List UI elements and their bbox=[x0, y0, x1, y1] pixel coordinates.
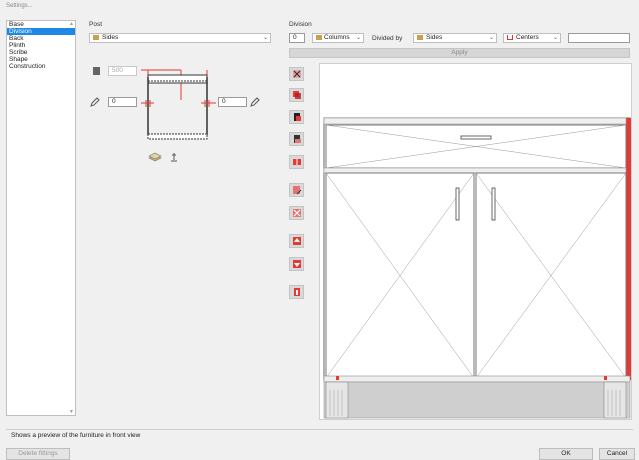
height-icon bbox=[93, 67, 100, 75]
nav-item-shape[interactable]: Shape bbox=[7, 56, 75, 63]
nav-item-scribe[interactable]: Scribe bbox=[7, 49, 75, 56]
remove-part-icon bbox=[292, 209, 301, 217]
post-right-offset-field[interactable]: 0 bbox=[218, 97, 247, 107]
position-select[interactable]: Centers ⌄ bbox=[503, 33, 561, 43]
delete-fittings-button[interactable]: Delete fittings bbox=[6, 448, 70, 460]
copy-button[interactable] bbox=[289, 88, 304, 102]
post-type-select[interactable]: Sides ⌄ bbox=[89, 33, 271, 43]
post-section-label: Post bbox=[89, 21, 103, 28]
division-count-field[interactable]: 0 bbox=[289, 33, 305, 43]
panel-icon bbox=[93, 35, 99, 40]
post-left-offset-field[interactable]: 0 bbox=[108, 97, 137, 107]
move-down-button[interactable] bbox=[289, 257, 304, 271]
copy-icon bbox=[292, 91, 301, 99]
pencil-icon[interactable] bbox=[250, 97, 260, 107]
division-type-value: Columns bbox=[324, 34, 350, 41]
status-bar: Shows a preview of the furniture in fron… bbox=[6, 429, 633, 441]
chevron-down-icon: ⌄ bbox=[488, 35, 494, 41]
chevron-down-icon: ⌄ bbox=[262, 35, 268, 41]
scroll-down-arrow-icon[interactable]: ▼ bbox=[69, 409, 74, 415]
post-height-field[interactable]: 500 bbox=[108, 66, 137, 76]
split-icon bbox=[292, 159, 301, 165]
window-title: Settings... bbox=[6, 3, 33, 9]
divided-by-select[interactable]: Sides ⌄ bbox=[413, 33, 497, 43]
panel-icon bbox=[417, 35, 423, 40]
paste-button[interactable] bbox=[289, 110, 304, 124]
apply-button[interactable]: Apply bbox=[289, 48, 630, 58]
scroll-up-arrow-icon[interactable]: ▲ bbox=[69, 21, 74, 27]
division-extra-field[interactable] bbox=[568, 33, 630, 43]
move-up-button[interactable] bbox=[289, 234, 304, 248]
post-diagram bbox=[141, 69, 216, 140]
divided-by-value: Sides bbox=[426, 34, 443, 41]
nav-item-back[interactable]: Back bbox=[7, 35, 75, 42]
nav-item-construction[interactable]: Construction bbox=[7, 63, 75, 70]
cancel-button[interactable]: Cancel bbox=[599, 448, 635, 460]
centers-icon bbox=[507, 35, 513, 40]
chevron-down-icon: ⌄ bbox=[552, 35, 558, 41]
nav-item-base[interactable]: Base bbox=[7, 21, 75, 28]
chevron-down-icon: ⌄ bbox=[355, 35, 361, 41]
move-down-icon bbox=[292, 260, 301, 268]
info-icon bbox=[293, 288, 300, 296]
pencil-icon[interactable] bbox=[90, 97, 100, 107]
cabinet-front-view bbox=[323, 117, 631, 419]
paste-special-icon bbox=[293, 135, 301, 143]
grain-direction-icon[interactable] bbox=[170, 152, 178, 162]
nav-item-plinth[interactable]: Plinth bbox=[7, 42, 75, 49]
edit-part-icon bbox=[292, 186, 301, 195]
split-button[interactable] bbox=[289, 155, 304, 169]
paste-special-button[interactable] bbox=[289, 132, 304, 146]
nav-item-division[interactable]: Division bbox=[7, 28, 75, 35]
delete-division-button[interactable] bbox=[289, 67, 304, 81]
settings-nav-list[interactable]: Base Division Back Plinth Scribe Shape C… bbox=[6, 20, 76, 416]
division-section-label: Division bbox=[289, 21, 312, 28]
furniture-preview[interactable] bbox=[319, 63, 632, 420]
delete-division-icon bbox=[292, 70, 301, 78]
panel-icon bbox=[316, 35, 322, 40]
ok-button[interactable]: OK bbox=[539, 448, 593, 460]
paste-icon bbox=[293, 113, 301, 121]
divided-by-label: Divided by bbox=[372, 35, 403, 42]
material-stack-icon[interactable] bbox=[148, 152, 162, 162]
edit-part-button[interactable] bbox=[289, 183, 304, 197]
info-button[interactable] bbox=[289, 285, 304, 299]
move-up-icon bbox=[292, 237, 301, 245]
division-type-select[interactable]: Columns ⌄ bbox=[312, 33, 364, 43]
position-value: Centers bbox=[516, 34, 539, 41]
post-type-value: Sides bbox=[102, 34, 119, 41]
remove-part-button[interactable] bbox=[289, 206, 304, 220]
